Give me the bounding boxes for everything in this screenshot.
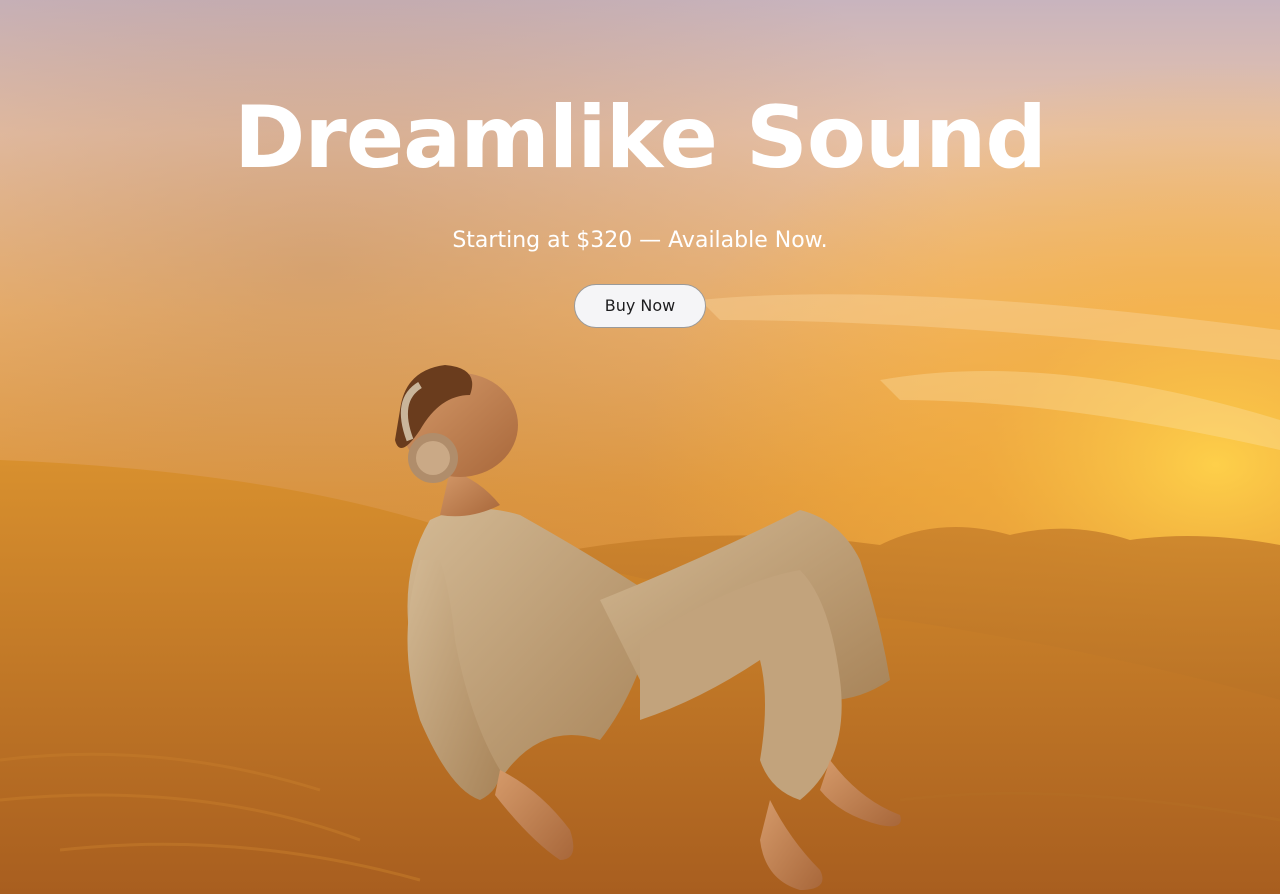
hero-section: Dreamlike Sound Starting at $320 — Avail… [0, 0, 1280, 894]
hero-subtitle: Starting at $320 — Available Now. [452, 228, 828, 253]
hero-title: Dreamlike Sound [234, 88, 1047, 188]
buy-now-button[interactable]: Buy Now [574, 284, 706, 328]
